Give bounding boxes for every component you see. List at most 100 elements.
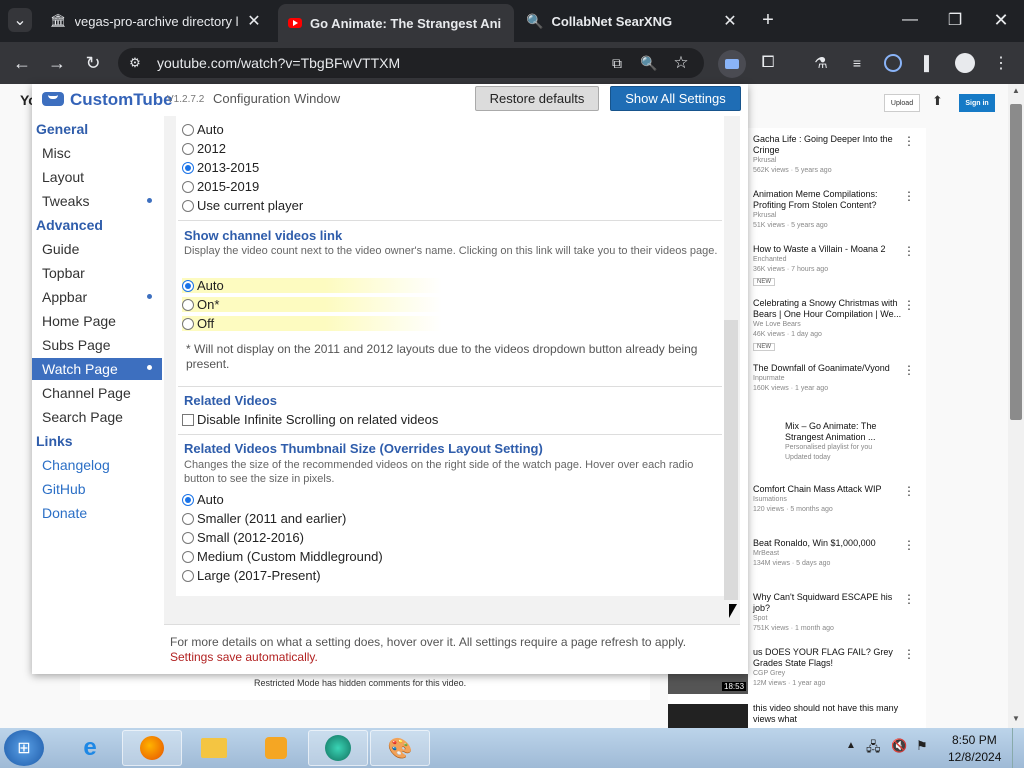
related-video-item[interactable]: Gacha Life : Going Deeper Into the Cring… <box>753 134 915 176</box>
nav-section-general[interactable]: General <box>36 121 88 137</box>
labs-icon[interactable]: ⚗ <box>808 50 834 76</box>
nav-item-appbar[interactable]: Appbar <box>32 287 162 309</box>
nav-item-home-page[interactable]: Home Page <box>42 313 116 329</box>
video-channel[interactable]: Spot <box>753 614 903 624</box>
more-options-icon[interactable]: ⋮ <box>903 134 915 148</box>
nav-item-search-page[interactable]: Search Page <box>42 409 123 425</box>
nav-item-misc[interactable]: Misc <box>42 145 71 161</box>
close-icon[interactable]: ✕ <box>246 11 262 31</box>
more-options-icon[interactable]: ⋮ <box>903 363 915 377</box>
upload-button[interactable]: Upload <box>884 94 920 112</box>
layout-option-auto[interactable]: Auto <box>182 122 224 137</box>
nav-item-watch-page[interactable]: Watch Page <box>32 358 162 380</box>
tab-goanimate[interactable]: Go Animate: The Strangest Ani <box>278 4 514 42</box>
side-panel-icon[interactable]: ▌ <box>916 50 942 76</box>
radio-button[interactable] <box>182 550 194 563</box>
maximize-button[interactable]: ❐ <box>942 7 968 33</box>
customtube-extension-icon[interactable] <box>718 50 746 78</box>
site-info-icon[interactable]: ⚙ <box>122 50 148 76</box>
media-player-icon[interactable] <box>246 730 306 766</box>
video-title[interactable]: us DOES YOUR FLAG FAIL? Grey Grades Stat… <box>753 647 903 669</box>
radio-button[interactable] <box>182 161 194 174</box>
video-title[interactable]: Why Can't Squidward ESCAPE his job? <box>753 592 903 614</box>
radio-button[interactable] <box>182 123 194 136</box>
video-channel[interactable]: MrBeast <box>753 549 903 559</box>
bookmark-star-icon[interactable]: ☆ <box>668 50 694 76</box>
video-channel[interactable]: We Love Bears <box>753 320 903 330</box>
radio-button[interactable] <box>182 199 194 212</box>
nav-link-github[interactable]: GitHub <box>42 481 86 497</box>
thumb-size-option-auto[interactable]: Auto <box>182 492 224 507</box>
video-title[interactable]: Gacha Life : Going Deeper Into the Cring… <box>753 134 903 156</box>
tab-search-button[interactable]: ⌄ <box>8 8 32 32</box>
sign-in-button[interactable]: Sign in <box>959 94 995 112</box>
radio-button[interactable] <box>182 298 194 311</box>
video-channel[interactable]: Enchanted <box>753 255 903 265</box>
related-video-item[interactable]: Beat Ronaldo, Win $1,000,000 MrBeast 134M … <box>753 538 915 569</box>
thumb-size-option-medium[interactable]: Medium (Custom Middleground) <box>182 549 383 564</box>
video-channel[interactable]: Pkrusal <box>753 156 903 166</box>
page-scroll-up[interactable]: ▲ <box>1012 86 1020 95</box>
radio-button[interactable] <box>182 279 194 292</box>
network-icon[interactable]: 🖧 <box>866 738 881 760</box>
minimize-button[interactable]: — <box>897 7 923 33</box>
extensions-icon[interactable]: ⧠ <box>755 50 781 76</box>
video-title[interactable]: Animation Meme Compilations: Profiting F… <box>753 189 903 211</box>
more-options-icon[interactable]: ⋮ <box>903 538 915 552</box>
page-scroll-down[interactable]: ▼ <box>1012 714 1020 723</box>
nav-item-channel-page[interactable]: Channel Page <box>42 385 131 401</box>
related-video-item[interactable]: this video should not have this many vie… <box>753 703 903 725</box>
start-button[interactable]: ⊞ <box>4 730 44 766</box>
video-channel[interactable]: Inpurmate <box>753 374 903 384</box>
nav-item-guide[interactable]: Guide <box>42 241 79 257</box>
related-video-item[interactable]: Celebrating a Snowy Christmas with Bears… <box>753 298 915 351</box>
media-controls-icon[interactable]: ≡ <box>844 50 870 76</box>
volume-muted-icon[interactable]: 🔇 <box>891 738 907 754</box>
restore-defaults-button[interactable]: Restore defaults <box>475 86 599 111</box>
video-title[interactable]: The Downfall of Goanimate/Vyond <box>753 363 903 374</box>
checkbox[interactable] <box>182 413 194 426</box>
forward-button[interactable]: → <box>44 50 70 76</box>
thumb-size-option-large[interactable]: Large (2017-Present) <box>182 568 321 583</box>
window-close-button[interactable]: ✕ <box>988 7 1014 33</box>
channel-link-option-auto[interactable]: Auto <box>182 278 442 293</box>
nav-link-donate[interactable]: Donate <box>42 505 87 521</box>
tray-expand-icon[interactable]: ▲ <box>846 740 856 751</box>
related-video-item[interactable]: Why Can't Squidward ESCAPE his job? Spot 7… <box>753 592 915 634</box>
internet-explorer-icon[interactable]: e <box>60 730 120 766</box>
show-desktop-button[interactable] <box>1012 728 1024 768</box>
paint-icon[interactable]: 🎨 <box>370 730 430 766</box>
video-channel[interactable]: CGP Grey <box>753 669 903 679</box>
profile-avatar-icon[interactable] <box>952 50 978 76</box>
thumb-size-option-small[interactable]: Small (2012-2016) <box>182 530 304 545</box>
disable-infinite-scroll-option[interactable]: Disable Infinite Scrolling on related vi… <box>182 412 438 427</box>
video-title[interactable]: Mix – Go Animate: The Strangest Animatio… <box>785 421 895 443</box>
related-video-item[interactable]: How to Waste a Villain - Moana 2 Enchante… <box>753 244 915 286</box>
video-channel[interactable]: Pkrusal <box>753 211 903 221</box>
show-all-settings-button[interactable]: Show All Settings <box>610 86 741 111</box>
related-video-item[interactable]: Animation Meme Compilations: Profiting F… <box>753 189 915 231</box>
tab-searxng[interactable]: 🔍 CollabNet SearXNG ✕ <box>516 6 748 36</box>
video-channel[interactable]: Personalised playlist for you <box>785 443 895 453</box>
related-video-item[interactable]: Comfort Chain Mass Attack WIP Isumations 1… <box>753 484 915 515</box>
address-text[interactable]: youtube.com/watch?v=TbgBFwVTTXM <box>157 55 400 71</box>
browser-taskbar-icon[interactable] <box>308 730 368 766</box>
reload-button[interactable]: ↻ <box>80 50 106 76</box>
radio-button[interactable] <box>182 180 194 193</box>
channel-link-option-on[interactable]: On* <box>182 297 442 312</box>
video-title[interactable]: Celebrating a Snowy Christmas with Bears… <box>753 298 903 320</box>
thumb-size-option-smaller[interactable]: Smaller (2011 and earlier) <box>182 511 346 526</box>
video-title[interactable]: How to Waste a Villain - Moana 2 <box>753 244 903 255</box>
radio-button[interactable] <box>182 142 194 155</box>
related-video-item[interactable]: Mix – Go Animate: The Strangest Animatio… <box>785 421 895 463</box>
page-scrollbar-thumb[interactable] <box>1010 104 1022 420</box>
nav-item-topbar[interactable]: Topbar <box>42 265 85 281</box>
browser-menu-icon[interactable]: ⋮ <box>988 50 1014 76</box>
nav-item-layout[interactable]: Layout <box>42 169 84 185</box>
layout-option-2012[interactable]: 2012 <box>182 141 226 156</box>
layout-option-current[interactable]: Use current player <box>182 198 303 213</box>
nav-item-subs-page[interactable]: Subs Page <box>42 337 111 353</box>
install-app-icon[interactable]: ⧉ <box>604 50 630 76</box>
channel-link-option-off[interactable]: Off <box>182 316 442 331</box>
sync-extension-icon[interactable] <box>880 50 906 76</box>
